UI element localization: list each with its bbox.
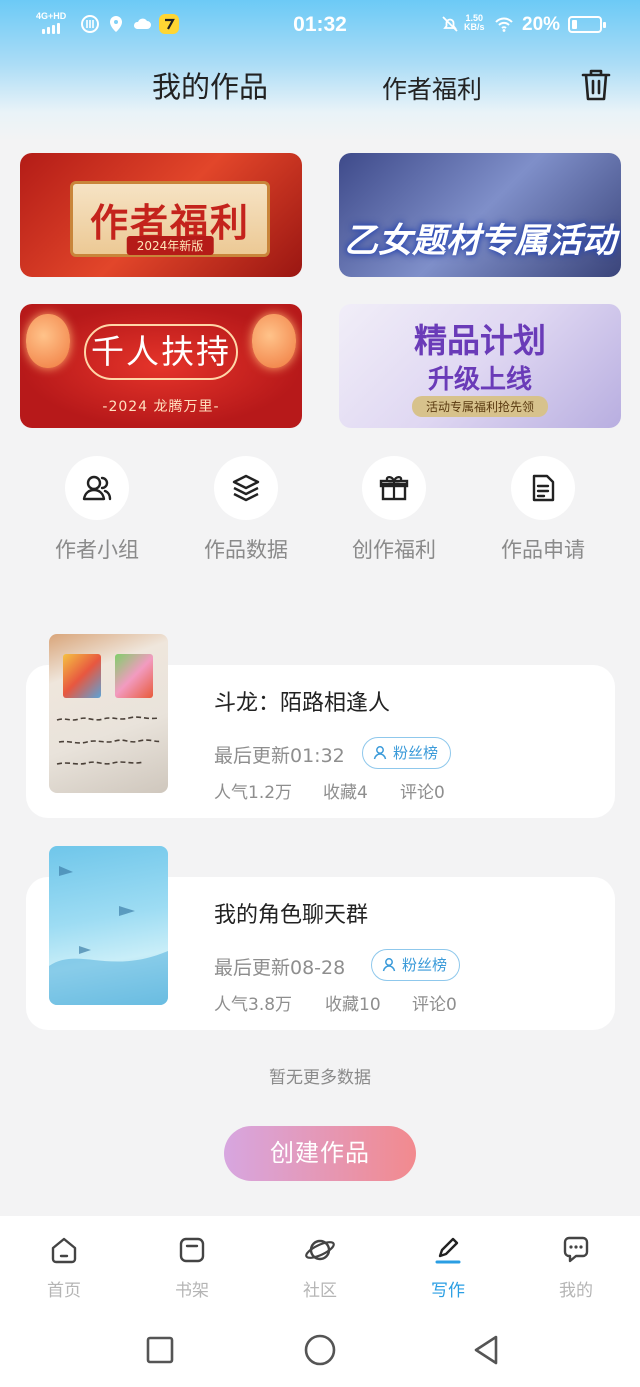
net-speed: 1.50 KB/s (464, 13, 485, 32)
banner-author-benefits[interactable]: 作者福利 2024年新版 (20, 153, 302, 277)
pen-icon (435, 1237, 461, 1264)
no-more-data: 暂无更多数据 (269, 1068, 371, 1088)
banner-thousand-support[interactable]: 千人扶持 -2024 龙腾万里- (20, 304, 302, 428)
quick-action-label: 作品申请 (501, 538, 585, 562)
quick-action-label: 创作福利 (352, 538, 436, 562)
planet-icon (305, 1239, 335, 1261)
fans-label: 粉丝榜 (402, 956, 448, 974)
work-popularity: 人气1.2万 (214, 783, 293, 803)
banner-title: 精品计划 (414, 321, 546, 360)
trash-icon[interactable] (578, 66, 614, 104)
work-comments: 评论0 (412, 995, 457, 1015)
nav-label: 写作 (431, 1281, 465, 1301)
nav-label: 书架 (175, 1281, 209, 1301)
work-comments: 评论0 (400, 783, 445, 803)
nav-home[interactable]: 首页 (24, 1234, 104, 1301)
work-updated: 最后更新01:32 (214, 745, 345, 767)
banner-otome-event[interactable]: 乙女题材专属活动 (339, 153, 621, 277)
fans-ranking-button[interactable]: 粉丝榜 (362, 737, 452, 769)
gift-icon (379, 476, 409, 501)
home-circle-icon[interactable] (302, 1332, 338, 1368)
nav-label: 社区 (303, 1281, 337, 1301)
battery-icon (568, 16, 606, 33)
banner-title: 乙女题材专属活动 (344, 221, 616, 261)
quick-action-work-application[interactable]: 作品申请 (478, 456, 608, 564)
quick-action-creation-benefits[interactable]: 创作福利 (329, 456, 459, 564)
work-title: 我的角色聊天群 (214, 903, 369, 928)
work-cover[interactable] (49, 846, 168, 1005)
work-updated: 最后更新08-28 (214, 957, 346, 979)
cover-fish-scene (49, 866, 168, 1005)
banner-title-line2: 升级上线 (427, 365, 532, 395)
cover-sticker (115, 654, 153, 698)
user-icon (382, 958, 396, 972)
wifi-icon (495, 17, 513, 32)
status-bar: 4G+HD 01:32 1.50 KB/s 20% (0, 0, 640, 50)
nav-writing[interactable]: 写作 (408, 1234, 488, 1301)
bell-off-icon (442, 16, 458, 32)
work-cover[interactable] (49, 634, 168, 793)
banner-title: 千人扶持 (84, 324, 238, 380)
document-icon (532, 474, 555, 502)
work-favorites: 收藏10 (325, 995, 381, 1015)
cover-sticker (63, 654, 101, 698)
battery-percent: 20% (522, 14, 561, 35)
banner-subtitle: 活动专属福利抢先领 (411, 396, 549, 417)
banner-quality-plan[interactable]: 精品计划 升级上线 活动专属福利抢先领 (339, 304, 621, 428)
quick-action-work-data[interactable]: 作品数据 (181, 456, 311, 564)
tab-my-works[interactable]: 我的作品 (152, 64, 268, 106)
user-icon (373, 746, 387, 760)
nav-label: 首页 (47, 1281, 81, 1301)
nav-community[interactable]: 社区 (280, 1234, 360, 1301)
banner-subtitle: -2024 龙腾万里- (102, 399, 220, 415)
quick-action-label: 作品数据 (204, 538, 288, 562)
tab-author-benefits[interactable]: 作者福利 (382, 70, 482, 106)
layers-icon (232, 474, 260, 502)
nav-label: 我的 (559, 1281, 593, 1301)
lantern-decoration (26, 314, 70, 368)
home-icon (51, 1237, 77, 1264)
work-popularity: 人气3.8万 (214, 995, 293, 1015)
work-title: 斗龙：陌路相逢人 (214, 691, 391, 716)
create-work-button[interactable]: 创建作品 (224, 1126, 416, 1181)
fans-label: 粉丝榜 (393, 744, 439, 762)
recent-apps-icon[interactable] (142, 1332, 178, 1368)
fans-ranking-button[interactable]: 粉丝榜 (371, 949, 461, 981)
banner-subtitle: 2024年新版 (126, 236, 214, 255)
nav-bookshelf[interactable]: 书架 (152, 1234, 232, 1301)
work-favorites: 收藏4 (323, 783, 368, 803)
chat-bubble-icon (563, 1236, 589, 1263)
bookshelf-icon (179, 1237, 205, 1263)
nav-me[interactable]: 我的 (536, 1234, 616, 1301)
quick-action-author-group[interactable]: 作者小组 (32, 456, 162, 564)
back-triangle-icon[interactable] (468, 1332, 504, 1368)
cover-handwriting (56, 716, 162, 765)
group-icon (82, 475, 112, 501)
system-nav-bar (0, 1316, 640, 1387)
lantern-decoration (252, 314, 296, 368)
quick-action-label: 作者小组 (55, 538, 139, 562)
bottom-nav: 首页 书架 社区 写作 我的 (0, 1216, 640, 1316)
banner-scroll-decoration: 作者福利 2024年新版 (70, 181, 270, 257)
